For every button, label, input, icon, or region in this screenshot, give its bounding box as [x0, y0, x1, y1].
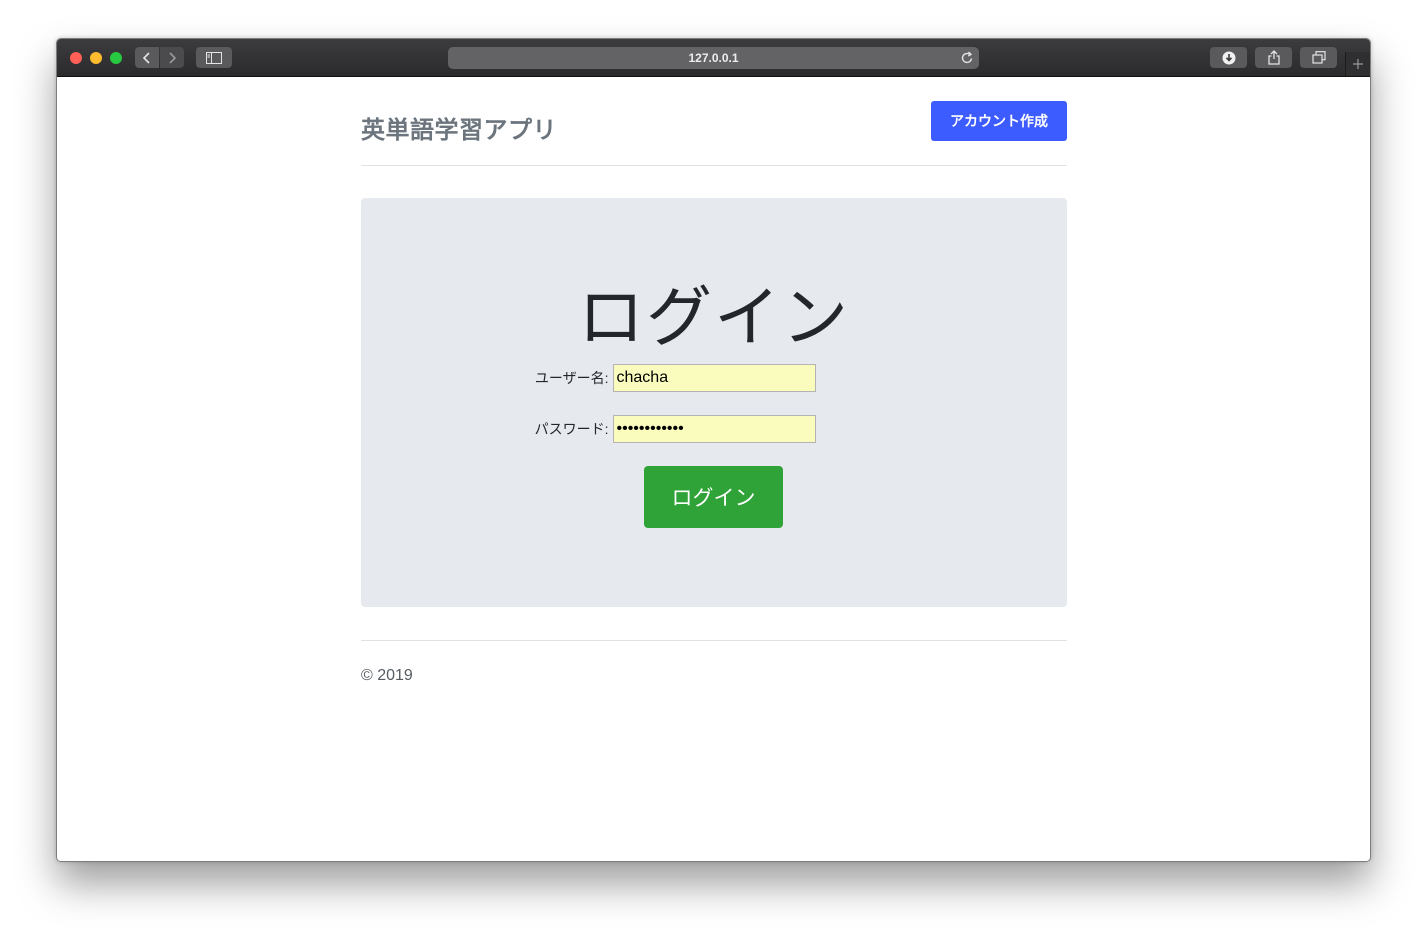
address-text: 127.0.0.1 [688, 51, 739, 65]
header-divider [361, 165, 1067, 166]
address-bar[interactable]: 127.0.0.1 [448, 47, 979, 69]
browser-window: 127.0.0.1 英単語学習アプリ アカウント作成 ログイン ユーザー名: c… [56, 38, 1371, 862]
plus-icon [1353, 59, 1363, 69]
site-title[interactable]: 英単語学習アプリ [361, 110, 557, 145]
username-input[interactable] [612, 364, 816, 392]
tab-overview-button[interactable] [1300, 47, 1337, 68]
login-submit-button[interactable]: ログイン [644, 466, 783, 528]
downloads-button[interactable] [1210, 47, 1247, 68]
share-icon [1267, 50, 1280, 65]
sidebar-toggle-button[interactable] [196, 47, 232, 68]
forward-button[interactable] [160, 47, 184, 68]
close-window-button[interactable] [70, 52, 82, 64]
chevron-right-icon [169, 51, 177, 64]
maximize-window-button[interactable] [110, 52, 122, 64]
copyright-text: © 2019 [361, 667, 413, 684]
create-account-button[interactable]: アカウント作成 [931, 101, 1067, 141]
username-row: ユーザー名: [361, 364, 1067, 392]
username-label: ユーザー名: [534, 370, 609, 386]
minimize-window-button[interactable] [90, 52, 102, 64]
login-panel: ログイン ユーザー名: パスワード: ログイン [361, 198, 1067, 607]
new-tab-button[interactable] [1345, 52, 1370, 76]
chevron-left-icon [142, 51, 150, 64]
share-button[interactable] [1255, 47, 1292, 68]
back-button[interactable] [135, 47, 159, 68]
page-content: 英単語学習アプリ アカウント作成 ログイン ユーザー名: パスワード: ログイン [57, 77, 1370, 861]
tabs-icon [1311, 51, 1326, 64]
sidebar-icon [206, 51, 222, 64]
password-input[interactable] [612, 415, 816, 443]
password-label: パスワード: [534, 421, 609, 437]
footer-divider [361, 640, 1067, 641]
browser-toolbar: 127.0.0.1 [57, 39, 1370, 77]
password-row: パスワード: [361, 415, 1067, 443]
login-heading: ログイン [578, 280, 850, 354]
download-icon [1222, 51, 1235, 64]
reload-icon[interactable] [961, 51, 974, 65]
